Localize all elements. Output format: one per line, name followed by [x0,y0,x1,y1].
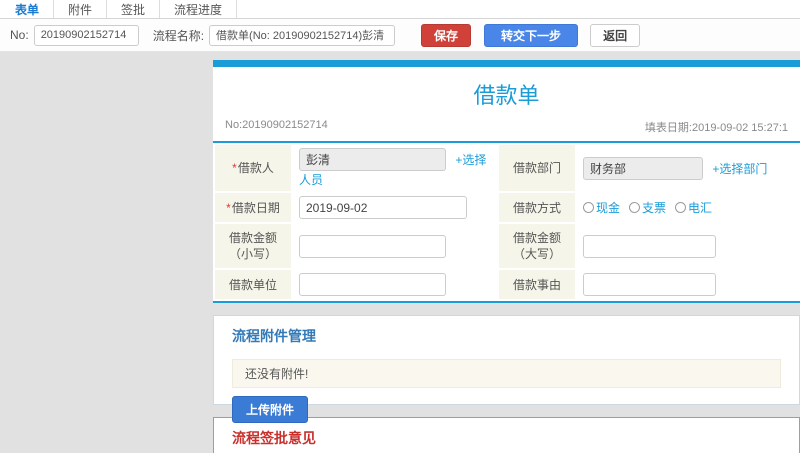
loan-form-fields-table: *借款人 +选择人员 借款部门 +选择部门 *借款日期 [213,143,800,301]
no-input[interactable] [33,24,139,46]
loan-method-label: 借款方式 [499,193,575,222]
table-row: 借款单位 借款事由 [215,270,798,299]
upload-attachment-button[interactable]: 上传附件 [232,396,309,423]
action-toolbar: No: 流程名称: 保存 转交下一步 返回 [0,19,800,52]
loan-form-card: 借款单 No:20190902152714 填表日期:2019-09-02 15… [213,60,800,303]
department-input[interactable] [583,156,703,180]
process-name-label: 流程名称: [152,28,205,43]
amount-upper-label: 借款金额（大写） [499,224,575,268]
attachment-card: 流程附件管理 还没有附件! 上传附件 [213,315,800,423]
no-attachment-message: 还没有附件! [232,359,781,388]
approval-heading: 流程签批意见 [232,430,316,446]
tab-attachment[interactable]: 附件 [54,0,108,18]
attachment-heading: 流程附件管理 [232,328,316,344]
select-department-link[interactable]: +选择部门 [712,162,767,176]
loan-reason-input[interactable] [583,273,716,296]
save-button[interactable]: 保存 [421,23,472,47]
radio-circle-icon[interactable] [629,202,641,213]
loan-date-input[interactable] [299,196,467,219]
table-row: 借款金额（小写） 借款金额（大写） [215,224,798,268]
tab-approval[interactable]: 签批 [107,0,161,18]
amount-lower-label: 借款金额（小写） [215,224,291,268]
table-row: *借款日期 借款方式 现金 [215,193,798,222]
form-title: 借款单 [473,83,540,108]
radio-cash[interactable]: 现金 [583,199,620,216]
required-mark: * [232,161,237,175]
form-fill-date: 填表日期:2019-09-02 15:27:1 [644,122,788,134]
radio-cheque[interactable]: 支票 [629,199,666,216]
loan-method-radio-group: 现金 支票 电汇 [583,199,792,216]
radio-circle-icon[interactable] [583,202,594,213]
radio-circle-icon[interactable] [675,202,687,213]
form-top-accent-bar [213,60,800,67]
amount-lower-input[interactable] [299,234,446,258]
no-label: No: [10,28,29,42]
radio-wire-transfer[interactable]: 电汇 [675,199,712,216]
amount-upper-input[interactable] [583,234,716,258]
tab-form[interactable]: 表单 [0,0,55,18]
loan-reason-label: 借款事由 [499,270,575,299]
content-area: 借款单 No:20190902152714 填表日期:2019-09-02 15… [0,52,800,453]
loan-unit-label: 借款单位 [215,270,291,299]
back-button[interactable]: 返回 [590,23,641,47]
forward-next-step-button[interactable]: 转交下一步 [484,23,579,47]
loan-unit-input[interactable] [299,273,446,296]
borrower-label: *借款人 [215,145,291,191]
department-label: 借款部门 [499,145,575,191]
form-info-row: No:20190902152714 填表日期:2019-09-02 15:27:… [213,119,800,143]
borrower-input[interactable] [299,148,446,171]
top-tab-bar: 表单 附件 签批 流程进度 [0,0,800,19]
process-name-input[interactable] [209,24,396,46]
loan-date-label: *借款日期 [215,193,291,222]
table-row: *借款人 +选择人员 借款部门 +选择部门 [215,145,798,191]
form-bottom-accent-line [213,301,800,303]
form-number: No:20190902152714 [225,119,328,131]
tab-process-progress[interactable]: 流程进度 [160,0,238,18]
required-mark: * [226,200,231,215]
